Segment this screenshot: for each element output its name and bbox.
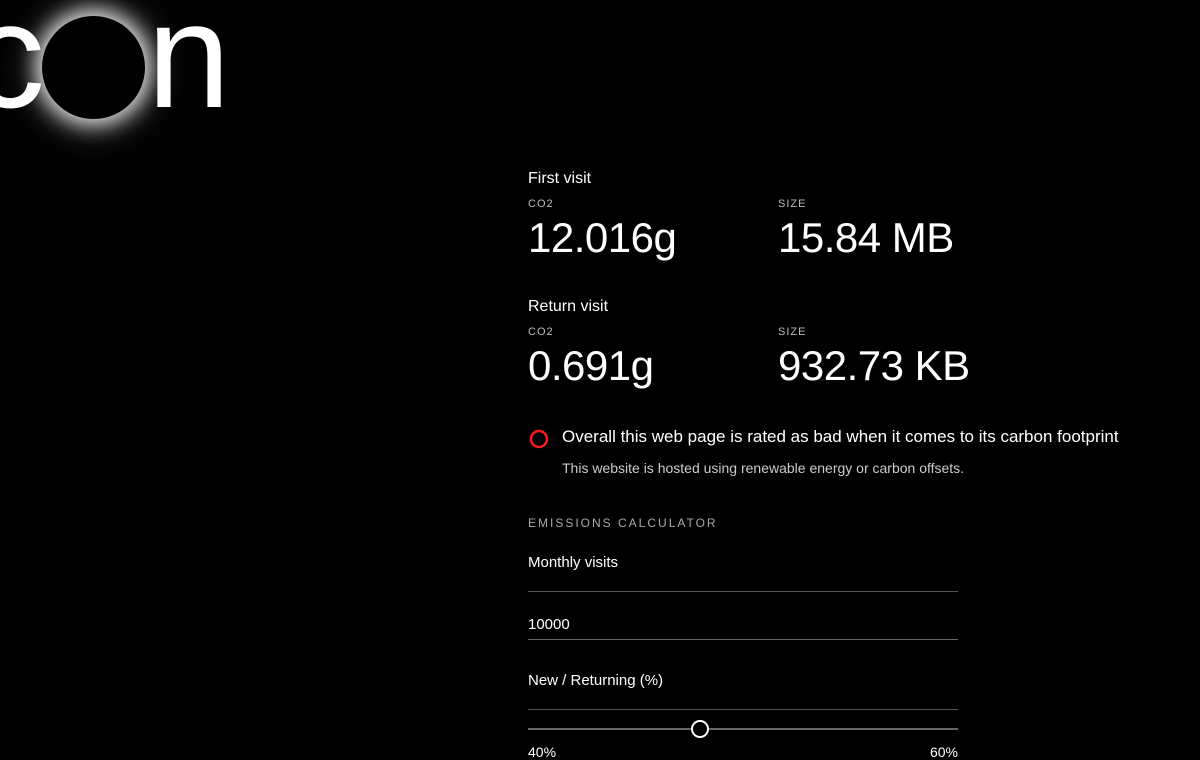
report-panel: First visit CO2 12.016g SIZE 15.84 MB Re… xyxy=(528,170,1148,760)
size-label: SIZE xyxy=(778,326,970,338)
co2-label: CO2 xyxy=(528,198,718,210)
return-visit-co2-value: 0.691g xyxy=(528,342,718,390)
return-visit-size-value: 932.73 KB xyxy=(778,342,970,390)
slider-left-label: 40% xyxy=(528,744,556,760)
first-visit-size: SIZE 15.84 MB xyxy=(778,198,954,262)
slider-right-label: 60% xyxy=(930,744,958,760)
calculator-title: EMISSIONS CALCULATOR xyxy=(528,516,1148,530)
logo-letter-n: n xyxy=(147,0,225,130)
monthly-visits-input[interactable] xyxy=(528,610,958,640)
brand-logo: cn xyxy=(0,0,225,130)
rating-text: Overall this web page is rated as bad wh… xyxy=(562,426,1119,449)
first-visit-heading: First visit xyxy=(528,170,1148,188)
first-visit-metrics: CO2 12.016g SIZE 15.84 MB xyxy=(528,198,1148,262)
slider-thumb[interactable] xyxy=(691,720,709,738)
rating-bad-icon xyxy=(528,428,550,450)
eclipse-o-icon xyxy=(42,16,145,119)
hosting-note: This website is hosted using renewable e… xyxy=(562,460,1148,476)
return-visit-size: SIZE 932.73 KB xyxy=(778,326,970,390)
co2-label: CO2 xyxy=(528,326,718,338)
rating-row: Overall this web page is rated as bad wh… xyxy=(528,426,1148,450)
divider xyxy=(528,591,958,592)
first-visit-co2: CO2 12.016g xyxy=(528,198,718,262)
logo-letter-c: c xyxy=(0,0,40,130)
return-visit-co2: CO2 0.691g xyxy=(528,326,718,390)
slider-labels: 40% 60% xyxy=(528,744,958,760)
first-visit-co2-value: 12.016g xyxy=(528,214,718,262)
ratio-slider[interactable] xyxy=(528,728,958,730)
divider xyxy=(528,709,958,710)
return-visit-heading: Return visit xyxy=(528,298,1148,316)
ratio-label: New / Returning (%) xyxy=(528,672,1148,689)
slider-track xyxy=(528,728,958,730)
return-visit-metrics: CO2 0.691g SIZE 932.73 KB xyxy=(528,326,1148,390)
first-visit-size-value: 15.84 MB xyxy=(778,214,954,262)
size-label: SIZE xyxy=(778,198,954,210)
monthly-visits-label: Monthly visits xyxy=(528,554,1148,571)
